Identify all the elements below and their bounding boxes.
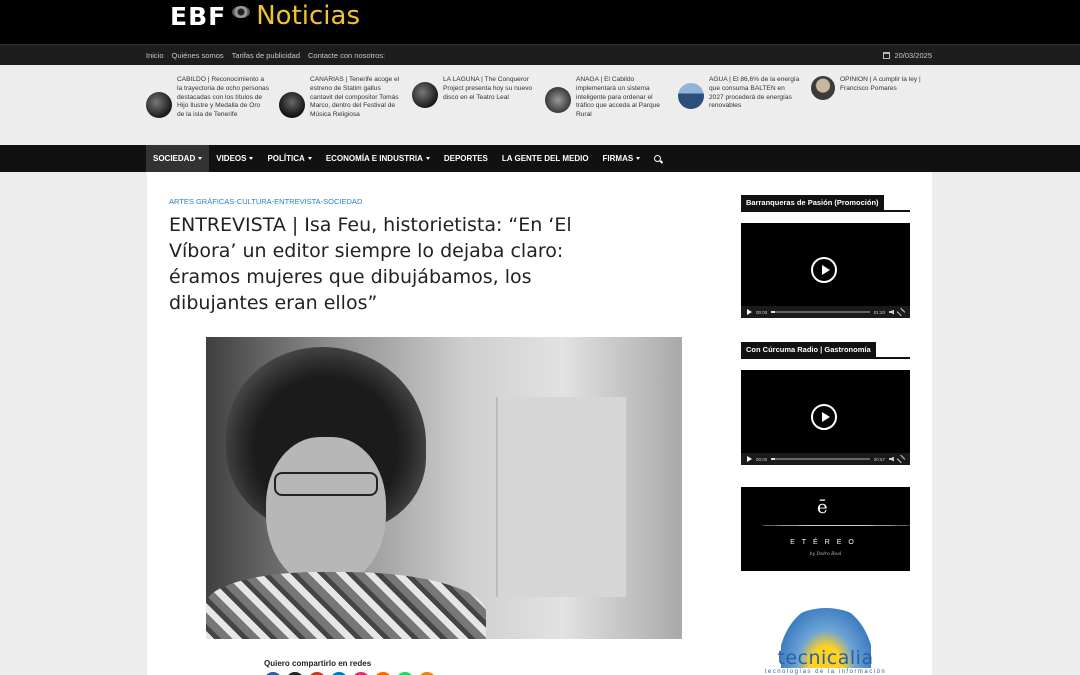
nav-videos[interactable]: VIDEOS — [209, 145, 260, 172]
main-nav-items: SOCIEDAD VIDEOS POLÍTICA ECONOMÍA E INDU… — [146, 145, 668, 172]
nav-politica[interactable]: POLÍTICA — [260, 145, 318, 172]
nav-firmas[interactable]: FIRMAS — [596, 145, 648, 172]
nav-deportes[interactable]: DEPORTES — [437, 145, 495, 172]
nav-label: SOCIEDAD — [153, 154, 196, 163]
video-controls: 00:00 00:57 — [741, 453, 910, 465]
article-title: ENTREVISTA | Isa Feu, historietista: “En… — [169, 214, 572, 314]
share-label: Quiero compartirlo en redes — [264, 659, 372, 668]
chevron-down-icon — [425, 157, 430, 160]
ticker-item[interactable]: CANARIAS | Tenerife acoge el estreno de … — [279, 76, 402, 134]
nav-label: FIRMAS — [602, 154, 634, 163]
chevron-down-icon — [198, 157, 203, 160]
news-thumbnail[interactable] — [545, 87, 571, 113]
ticker-headline[interactable]: CABILDO | Reconocimiento a la trayectori… — [177, 76, 269, 134]
video-current-time: 00:00 — [756, 456, 768, 462]
etereo-underline — [761, 525, 911, 526]
video-progress-bar[interactable] — [771, 458, 870, 460]
nav-label: ECONOMÍA E INDUSTRIA — [325, 154, 423, 163]
tecnicalia-tagline: tecnologías de la información — [764, 669, 887, 675]
current-date: 20/03/2025 — [883, 45, 932, 66]
article-categories[interactable]: ARTES GRÁFICAS-CULTURA-ENTREVISTA-SOCIED… — [169, 197, 362, 206]
video-current-time: 00:00 — [756, 309, 768, 315]
top-bar: Inicio Quiénes somos Tarifas de publicid… — [0, 44, 1080, 65]
nav-sociedad[interactable]: SOCIEDAD — [146, 145, 210, 172]
tecnicalia-banner[interactable]: tecnicalia tecnologías de la información — [741, 598, 910, 675]
eye-icon — [232, 6, 251, 18]
site-logo[interactable]: EBF Noticias — [170, 0, 360, 38]
volume-icon[interactable] — [889, 309, 894, 315]
ticker-headline[interactable]: AGUA | El 86,6% de la energía que consum… — [709, 76, 801, 134]
photo-glasses — [274, 472, 378, 496]
etereo-banner[interactable]: ē ETÉREO by Pedro Real — [741, 487, 911, 571]
ticker-headline[interactable]: LA LAGUNA | The Conqueror Project presen… — [443, 76, 535, 134]
top-link-contacto[interactable]: Contacte con nosotros: — [308, 51, 385, 60]
nav-label: DEPORTES — [443, 154, 488, 163]
etereo-signature: by Pedro Real — [809, 552, 842, 557]
calendar-icon — [883, 52, 891, 59]
ticker-headline[interactable]: OPINIÓN | A cumplir la ley | Francisco P… — [840, 76, 932, 134]
play-button[interactable] — [747, 456, 752, 462]
ticker-item[interactable]: CABILDO | Reconocimiento a la trayectori… — [146, 76, 269, 134]
play-icon[interactable] — [811, 257, 837, 283]
video-duration: 00:57 — [873, 456, 885, 462]
news-thumbnail[interactable] — [412, 82, 438, 108]
widget-divider — [741, 210, 910, 212]
news-thumbnail[interactable] — [146, 92, 172, 118]
top-link-tarifas[interactable]: Tarifas de publicidad — [232, 51, 300, 60]
search-button[interactable] — [647, 145, 668, 172]
widget-title-curcuma: Con Cúrcuma Radio | Gastronomía — [741, 342, 876, 357]
search-icon — [654, 155, 662, 162]
news-ticker: CABILDO | Reconocimiento a la trayectori… — [0, 66, 1080, 145]
video-controls: 00:00 01:20 — [741, 306, 910, 318]
video-player-barranqueras[interactable]: 00:00 01:20 — [741, 223, 910, 318]
photo-face — [266, 437, 386, 587]
ticker-headline[interactable]: ANAGA | El Cabildo implementará un siste… — [576, 76, 668, 134]
widget-title-barranqueras: Barranqueras de Pasión (Promoción) — [741, 195, 884, 210]
etereo-logo-mark: ē — [817, 497, 828, 518]
news-thumbnail[interactable] — [678, 83, 704, 109]
photo-shirt — [206, 572, 486, 639]
ticker-item[interactable]: LA LAGUNA | The Conqueror Project presen… — [412, 76, 535, 134]
article-photo — [206, 337, 682, 639]
nav-label: VIDEOS — [216, 154, 247, 163]
etereo-name: ETÉREO — [790, 539, 861, 546]
news-thumbnail[interactable] — [279, 92, 305, 118]
chevron-down-icon — [636, 157, 641, 160]
logo-word: Noticias — [256, 1, 360, 31]
ticker-item[interactable]: OPINIÓN | A cumplir la ley | Francisco P… — [811, 76, 932, 134]
photo-background — [496, 397, 626, 597]
top-nav: Inicio Quiénes somos Tarifas de publicid… — [146, 45, 385, 66]
top-link-quienes-somos[interactable]: Quiénes somos — [172, 51, 224, 60]
logo-brand: EBF — [170, 1, 227, 31]
nav-gente-del-medio[interactable]: LA GENTE DEL MEDIO — [495, 145, 596, 172]
tecnicalia-name: tecnicalia — [777, 647, 874, 669]
nav-label: LA GENTE DEL MEDIO — [501, 154, 589, 163]
nav-label: POLÍTICA — [267, 154, 305, 163]
chevron-down-icon — [249, 157, 254, 160]
play-button[interactable] — [747, 309, 752, 315]
video-progress-bar[interactable] — [771, 311, 870, 313]
fullscreen-icon[interactable] — [896, 454, 906, 464]
ticker-headline[interactable]: CANARIAS | Tenerife acoge el estreno de … — [310, 76, 402, 134]
site-header: EBF Noticias — [0, 0, 1080, 44]
video-duration: 01:20 — [873, 309, 885, 315]
top-link-inicio[interactable]: Inicio — [146, 51, 164, 60]
chevron-down-icon — [307, 157, 312, 160]
ticker-item[interactable]: ANAGA | El Cabildo implementará un siste… — [545, 76, 668, 134]
author-thumbnail[interactable] — [811, 76, 835, 100]
fullscreen-icon[interactable] — [896, 307, 906, 317]
main-nav: SOCIEDAD VIDEOS POLÍTICA ECONOMÍA E INDU… — [0, 145, 1080, 172]
play-icon[interactable] — [811, 404, 837, 430]
widget-divider — [741, 357, 910, 359]
date-text: 20/03/2025 — [894, 51, 932, 60]
ticker-item[interactable]: AGUA | El 86,6% de la energía que consum… — [678, 76, 801, 134]
nav-economia[interactable]: ECONOMÍA E INDUSTRIA — [319, 145, 437, 172]
volume-icon[interactable] — [889, 456, 894, 462]
video-player-curcuma[interactable]: 00:00 00:57 — [741, 370, 910, 465]
